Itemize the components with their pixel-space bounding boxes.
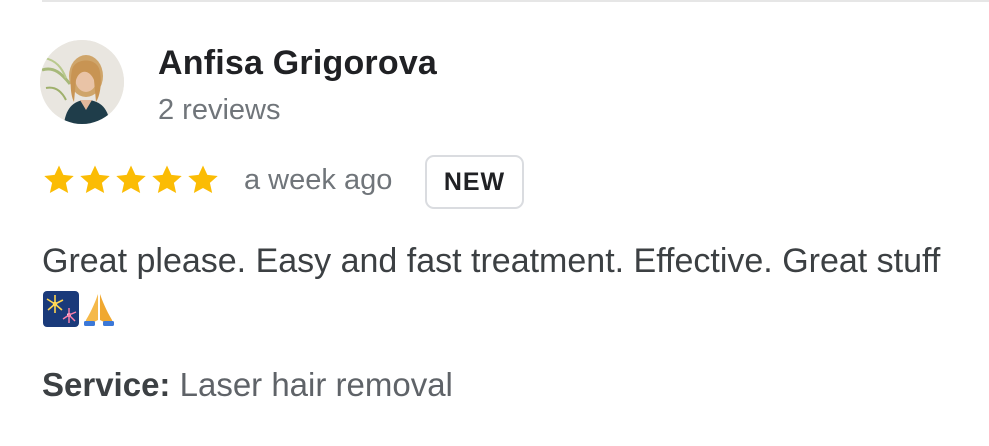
fireworks-icon bbox=[43, 291, 79, 327]
review-count[interactable]: 2 reviews bbox=[158, 94, 281, 127]
review-text: Great please. Easy and fast treatment. E… bbox=[42, 236, 962, 336]
service-label: Service: bbox=[42, 366, 171, 403]
review-body: Great please. Easy and fast treatment. E… bbox=[42, 242, 941, 280]
star-icon bbox=[44, 165, 74, 194]
star-rating bbox=[41, 160, 221, 200]
star-icon bbox=[80, 165, 110, 194]
reviewer-name[interactable]: Anfisa Grigorova bbox=[158, 44, 437, 83]
star-icon bbox=[188, 165, 218, 194]
avatar-photo-icon bbox=[40, 40, 124, 124]
divider bbox=[42, 0, 989, 2]
service-info: Service: Laser hair removal bbox=[42, 366, 453, 404]
review-time: a week ago bbox=[244, 164, 393, 196]
folded-hands-icon bbox=[84, 294, 114, 326]
new-badge: NEW bbox=[425, 155, 524, 209]
star-icon bbox=[116, 165, 146, 194]
star-icon bbox=[152, 165, 182, 194]
service-value: Laser hair removal bbox=[179, 366, 453, 403]
review-card: Anfisa Grigorova 2 reviews a week ago NE… bbox=[0, 0, 989, 446]
avatar[interactable] bbox=[40, 40, 124, 124]
